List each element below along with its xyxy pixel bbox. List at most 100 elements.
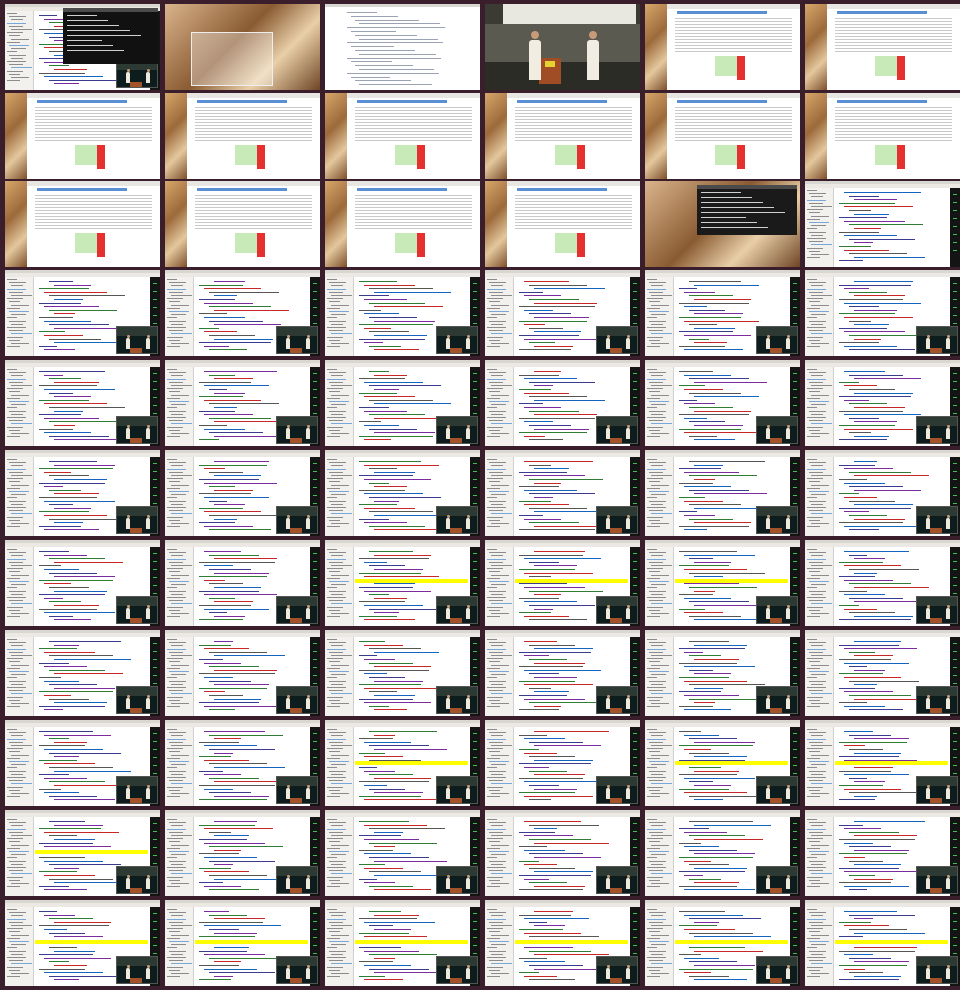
sidebar-line bbox=[809, 831, 823, 833]
sidebar-line bbox=[487, 336, 503, 338]
table-header bbox=[677, 100, 767, 103]
camera-inset-icon bbox=[916, 326, 958, 354]
sidebar-line bbox=[647, 796, 660, 798]
sidebar-line bbox=[327, 976, 340, 978]
sidebar-line bbox=[649, 301, 660, 303]
sidebar-line bbox=[9, 751, 20, 753]
sidebar-line bbox=[651, 854, 666, 856]
code-line bbox=[854, 781, 885, 783]
sidebar-line bbox=[489, 552, 506, 554]
code-line bbox=[689, 878, 721, 880]
sidebar-line bbox=[7, 558, 26, 560]
sidebar-line bbox=[807, 876, 823, 878]
podium bbox=[930, 978, 942, 983]
video-frame-thumbnail bbox=[805, 450, 960, 536]
code-line bbox=[849, 529, 879, 531]
code-line bbox=[204, 288, 261, 290]
project-sidebar bbox=[5, 817, 34, 896]
sidebar-line bbox=[169, 789, 180, 791]
code-line bbox=[524, 572, 593, 574]
code-line bbox=[689, 835, 745, 837]
podium bbox=[539, 58, 561, 84]
code-line bbox=[54, 299, 83, 300]
code-line bbox=[534, 925, 565, 927]
code-line bbox=[534, 511, 605, 513]
sidebar-line bbox=[491, 683, 503, 685]
sidebar-line bbox=[11, 48, 26, 50]
stage-screen bbox=[757, 327, 797, 336]
sidebar-line bbox=[9, 301, 20, 303]
code-line bbox=[694, 687, 723, 689]
sidebar-line bbox=[167, 497, 177, 499]
code-line bbox=[54, 785, 123, 786]
wallpaper bbox=[645, 4, 667, 90]
sidebar-line bbox=[171, 963, 192, 965]
sidebar-line bbox=[171, 693, 192, 695]
code-line bbox=[199, 576, 267, 578]
camera-inset-icon bbox=[916, 686, 958, 714]
sidebar-line bbox=[647, 478, 663, 480]
sidebar-line bbox=[489, 642, 506, 644]
code-line bbox=[529, 839, 591, 840]
sidebar-line bbox=[169, 500, 186, 502]
project-sidebar bbox=[5, 367, 34, 446]
sidebar-line bbox=[171, 295, 192, 296]
code-line bbox=[209, 734, 283, 736]
person-left bbox=[286, 518, 290, 529]
wallpaper bbox=[325, 93, 347, 179]
code-line bbox=[374, 374, 407, 376]
code-line bbox=[529, 507, 587, 509]
sidebar-line bbox=[809, 851, 829, 852]
sidebar-line bbox=[331, 593, 343, 595]
sidebar-line bbox=[649, 500, 666, 502]
code-line bbox=[374, 734, 395, 736]
code-line bbox=[839, 605, 859, 606]
sidebar-line bbox=[807, 819, 817, 820]
code-line bbox=[199, 921, 263, 923]
sidebar-line bbox=[807, 487, 820, 489]
podium bbox=[930, 798, 942, 803]
code-line bbox=[839, 590, 867, 592]
code-line bbox=[359, 309, 381, 311]
sidebar-line bbox=[491, 825, 503, 827]
person-right bbox=[786, 608, 790, 619]
person-left bbox=[286, 788, 290, 799]
code-line bbox=[204, 482, 277, 484]
sidebar-line bbox=[171, 925, 192, 926]
code-line bbox=[854, 324, 889, 326]
sidebar-line bbox=[7, 616, 20, 618]
sidebar-line bbox=[167, 687, 186, 688]
sidebar-line bbox=[651, 465, 663, 467]
sidebar-line bbox=[487, 558, 506, 560]
podium bbox=[770, 528, 782, 533]
document-line bbox=[351, 46, 394, 48]
code-line bbox=[369, 525, 425, 527]
ticket-table bbox=[195, 195, 312, 231]
video-frame-thumbnail bbox=[5, 720, 160, 806]
project-sidebar bbox=[165, 367, 194, 446]
code-line bbox=[849, 680, 919, 682]
sidebar-line bbox=[171, 404, 186, 406]
status-red-block bbox=[417, 233, 425, 257]
code-line bbox=[369, 468, 397, 470]
sidebar-line bbox=[487, 706, 500, 708]
code-line bbox=[529, 702, 603, 704]
code-line bbox=[524, 435, 545, 437]
code-line bbox=[529, 619, 587, 621]
code-line bbox=[204, 551, 241, 552]
code-line bbox=[839, 979, 899, 981]
code-line bbox=[849, 335, 923, 336]
code-line bbox=[694, 561, 731, 563]
sidebar-line bbox=[329, 860, 346, 862]
sidebar-line bbox=[807, 757, 820, 759]
sidebar-line bbox=[327, 327, 346, 328]
code-line bbox=[44, 597, 63, 599]
code-line bbox=[359, 421, 381, 423]
person-left bbox=[766, 968, 770, 979]
sidebar-line bbox=[9, 282, 26, 284]
sidebar-line bbox=[9, 941, 29, 942]
sidebar-line bbox=[811, 863, 823, 865]
code-line bbox=[854, 518, 905, 520]
sidebar-line bbox=[7, 928, 23, 930]
sidebar-line bbox=[807, 558, 826, 560]
